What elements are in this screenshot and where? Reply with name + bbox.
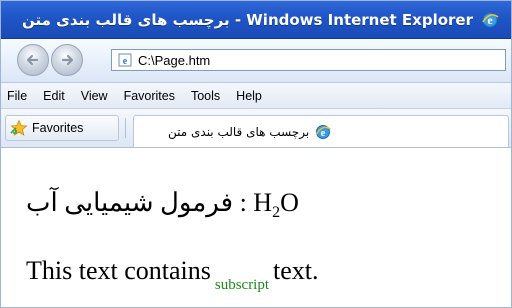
favorites-button[interactable]: Favorites [5, 115, 119, 141]
subscript-word: subscript [214, 277, 270, 293]
menu-view[interactable]: View [81, 89, 108, 103]
favorites-label: Favorites [32, 121, 84, 135]
title-bar: برچسب های قالب بندی متن - Windows Intern… [1, 1, 511, 39]
line2-start: This text contains [26, 256, 211, 285]
page-icon: e [118, 53, 132, 67]
favorites-tab-bar: Favorites برچسب های قالب بندی متن e [1, 109, 511, 148]
menu-help[interactable]: Help [236, 89, 262, 103]
menu-bar: File Edit View Favorites Tools Help [1, 83, 511, 109]
internet-explorer-icon: e [316, 124, 332, 139]
menu-tools[interactable]: Tools [191, 89, 220, 103]
address-url: C:\Page.htm [138, 52, 211, 68]
browser-window: برچسب های قالب بندی متن - Windows Intern… [0, 0, 512, 308]
forward-button[interactable] [51, 44, 83, 76]
subscript-example-line: This text contains subscript text. [26, 256, 319, 294]
line2-end: text. [273, 256, 319, 285]
address-input[interactable]: e C:\Page.htm [111, 49, 506, 71]
window-title: برچسب های قالب بندی متن - Windows Intern… [21, 10, 473, 29]
menu-edit[interactable]: Edit [43, 89, 65, 103]
svg-text:e: e [123, 56, 128, 67]
internet-explorer-icon: e [482, 12, 499, 27]
chemical-formula-line: فرمول شیمیایی آب : H2O [26, 188, 299, 222]
address-toolbar: e C:\Page.htm [1, 39, 511, 83]
star-icon [10, 119, 28, 136]
page-content: فرمول شیمیایی آب : H2O This text contain… [1, 148, 511, 307]
back-arrow-icon [26, 54, 39, 66]
back-button[interactable] [17, 44, 49, 76]
menu-file[interactable]: File [7, 89, 27, 103]
h2o-formula: H2O [253, 188, 299, 222]
menu-favorites[interactable]: Favorites [124, 89, 175, 103]
formula-label: فرمول شیمیایی آب : [26, 188, 247, 217]
tab-label: برچسب های قالب بندی متن [168, 124, 310, 139]
forward-arrow-icon [61, 54, 74, 66]
tab-current-page[interactable]: برچسب های قالب بندی متن e [133, 115, 509, 147]
toolbar-divider [125, 118, 126, 138]
